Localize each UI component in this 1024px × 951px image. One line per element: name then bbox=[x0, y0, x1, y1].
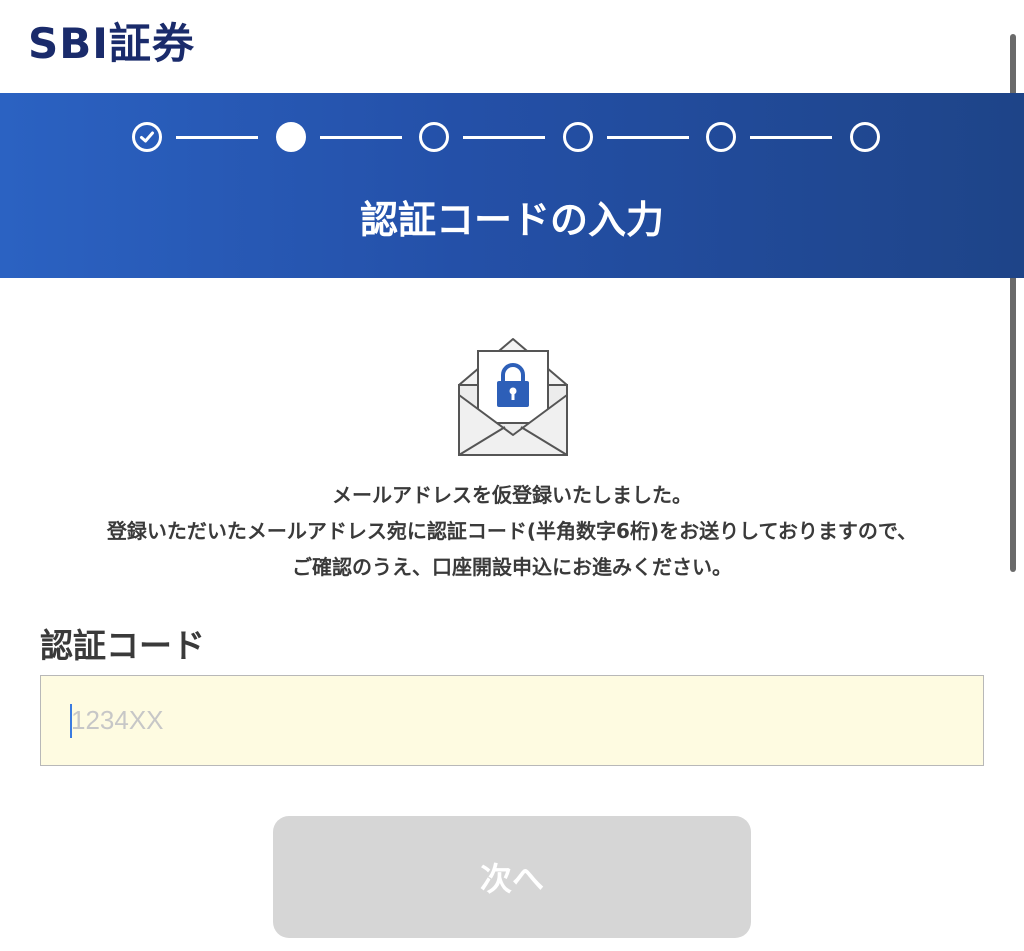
instruction-message: メールアドレスを仮登録いたしました。 登録いただいたメールアドレス宛に認証コード… bbox=[0, 477, 1024, 585]
text-cursor bbox=[70, 704, 72, 738]
step-5 bbox=[706, 122, 736, 152]
verification-code-input[interactable] bbox=[40, 675, 984, 766]
sbi-logo: SBI証券 bbox=[28, 19, 195, 68]
message-line-3: ご確認のうえ、口座開設申込にお進みください。 bbox=[292, 555, 732, 579]
step-1-completed bbox=[132, 122, 162, 152]
code-field-label: 認証コード bbox=[40, 626, 205, 665]
page-title: 認証コードの入力 bbox=[359, 198, 664, 242]
next-button[interactable]: 次へ bbox=[273, 816, 751, 938]
step-6 bbox=[850, 122, 880, 152]
header-banner bbox=[0, 93, 1024, 278]
locked-envelope-icon bbox=[458, 338, 568, 456]
step-connector bbox=[463, 136, 545, 139]
step-connector bbox=[750, 136, 832, 139]
step-connector bbox=[607, 136, 689, 139]
message-line-2: 登録いただいたメールアドレス宛に認証コード(半角数字6桁)をお送りしておりますの… bbox=[106, 519, 918, 543]
message-line-1: メールアドレスを仮登録いたしました。 bbox=[332, 483, 692, 507]
step-2-current bbox=[276, 122, 306, 152]
step-connector bbox=[320, 136, 402, 139]
step-3 bbox=[419, 122, 449, 152]
step-4 bbox=[563, 122, 593, 152]
check-icon bbox=[140, 131, 154, 143]
progress-steps bbox=[132, 122, 892, 152]
step-connector bbox=[176, 136, 258, 139]
